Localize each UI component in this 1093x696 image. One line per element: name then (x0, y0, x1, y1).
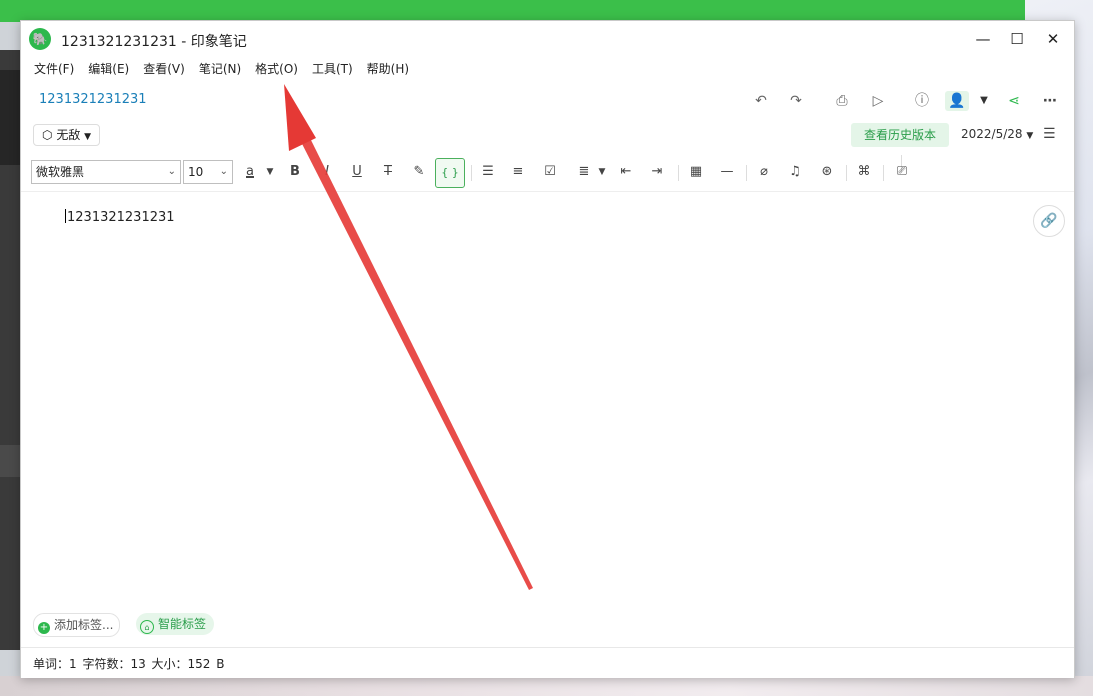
menu-format[interactable]: 格式(O) (248, 59, 305, 79)
evernote-elephant-icon: 🐘 (29, 28, 51, 50)
camera-icon[interactable]: ⊛ (816, 162, 838, 182)
info-icon[interactable]: ⓘ (911, 91, 933, 111)
date-dropdown[interactable]: 2022/5/28 ▼ (961, 127, 1033, 141)
outline-icon[interactable]: ☰ (1043, 126, 1056, 142)
notebook-selector[interactable]: ⬡ 无敌 ▼ (33, 124, 101, 146)
checklist-icon[interactable]: ☑ (539, 162, 561, 182)
bold-icon[interactable]: B (284, 162, 306, 182)
chevron-down-icon[interactable]: ▼ (259, 162, 281, 182)
table-icon[interactable]: ▦ (685, 162, 707, 182)
font-size-select[interactable]: 10 ⌄ (183, 160, 233, 184)
highlight-icon[interactable]: ✎ (408, 162, 430, 182)
share-icon[interactable]: ⋖ (1003, 91, 1025, 111)
menu-tools[interactable]: 工具(T) (305, 59, 360, 79)
shortcut-icon[interactable]: ⌘ (853, 162, 875, 182)
audio-icon[interactable]: ♫ (784, 162, 806, 182)
background-wallpaper-bottom (0, 676, 1093, 696)
chevron-down-icon[interactable]: ▼ (591, 162, 613, 182)
maximize-button[interactable]: ☐ (1003, 29, 1031, 49)
menu-note[interactable]: 笔记(N) (192, 59, 248, 79)
text-color-icon[interactable]: a (239, 162, 261, 182)
menu-help[interactable]: 帮助(H) (360, 59, 416, 79)
font-size-value: 10 (188, 165, 204, 179)
notebook-name: 无敌 (56, 128, 81, 142)
status-text: 单词：1 字符数：13 大小：152 B (33, 657, 225, 671)
chevron-down-icon: ⌄ (219, 166, 228, 177)
print-icon[interactable]: ⎙ (831, 91, 853, 111)
chevron-down-icon: ⌄ (167, 166, 176, 177)
smart-tag-icon: ⌂ (140, 620, 154, 634)
more-icon[interactable]: ⋯ (1039, 91, 1061, 111)
divider (471, 165, 472, 181)
divider (883, 165, 884, 181)
chevron-down-icon[interactable]: ▼ (973, 91, 995, 111)
window-title: 1231321231231 - 印象笔记 (61, 34, 247, 50)
add-tag-label: 添加标签... (54, 618, 114, 632)
note-meta-row: ⬡ 无敌 ▼ 查看历史版本 2022/5/28 ▼ ☰ (21, 121, 1074, 149)
indent-icon[interactable]: ⇥ (646, 162, 668, 182)
menu-view[interactable]: 查看(V) (136, 59, 192, 79)
menu-file[interactable]: 文件(F) (27, 59, 81, 79)
share-person-icon[interactable]: 👤 (945, 91, 969, 111)
present-icon[interactable]: ▷ (867, 91, 889, 111)
smart-tag-label: 智能标签 (158, 617, 207, 631)
note-editor[interactable]: 1231321231231 (65, 209, 175, 225)
divider (678, 165, 679, 181)
clear-format-icon[interactable]: ⎚ (891, 162, 913, 182)
font-family-value: 微软雅黑 (36, 165, 85, 179)
strikethrough-icon[interactable]: T (377, 162, 399, 182)
divider (746, 165, 747, 181)
add-tag-button[interactable]: + 添加标签... (33, 613, 121, 637)
horizontal-rule-icon[interactable]: — (716, 162, 738, 182)
toolbar-divider (21, 191, 1074, 192)
note-title[interactable]: 1231321231231 (39, 92, 147, 107)
watermark-url: jingyan.baidu.com (842, 648, 990, 667)
note-date: 2022/5/28 (961, 127, 1023, 141)
chevron-down-icon: ▼ (1026, 131, 1034, 141)
outdent-icon[interactable]: ⇤ (615, 162, 637, 182)
redo-icon[interactable]: ↷ (785, 91, 807, 111)
background-banner (0, 0, 1030, 22)
plus-icon: + (38, 622, 50, 634)
minimize-button[interactable]: — (969, 29, 997, 49)
close-button[interactable]: ✕ (1039, 29, 1067, 49)
note-body-text: 1231321231231 (67, 210, 175, 225)
title-bar: 🐘 1231321231231 - 印象笔记 — ☐ ✕ (21, 21, 1074, 57)
bullet-list-icon[interactable]: ☰ (477, 162, 499, 182)
notebook-cube-icon: ⬡ (42, 128, 53, 142)
chevron-down-icon: ▼ (84, 132, 92, 142)
font-family-select[interactable]: 微软雅黑 ⌄ (31, 160, 181, 184)
menu-edit[interactable]: 编辑(E) (81, 59, 136, 79)
link-icon[interactable]: 🔗 (1033, 205, 1065, 237)
underline-icon[interactable]: U (346, 162, 368, 182)
text-caret (65, 209, 66, 223)
italic-icon[interactable]: I (316, 162, 338, 182)
view-history-button[interactable]: 查看历史版本 (851, 123, 949, 147)
numbered-list-icon[interactable]: ≡ (507, 162, 529, 182)
format-toolbar: 微软雅黑 ⌄ 10 ⌄ a ▼ B I U T ✎ { } ☰ ≡ ☑ ≣ ▼ … (21, 158, 1074, 189)
code-block-icon[interactable]: { } (435, 158, 465, 188)
attachment-icon[interactable]: ⌀ (753, 162, 775, 182)
note-header: 1231321231231 ↶ ↷ ⎙ ▷ ⓘ 👤 ▼ ⋖ ⋯ (21, 85, 1074, 173)
undo-icon[interactable]: ↶ (750, 91, 772, 111)
menu-bar: 文件(F) 编辑(E) 查看(V) 笔记(N) 格式(O) 工具(T) 帮助(H… (27, 59, 416, 79)
divider (846, 165, 847, 181)
smart-tag-button[interactable]: ⌂ 智能标签 (136, 613, 215, 635)
watermark-logo: Baidu经验 (838, 590, 1054, 636)
